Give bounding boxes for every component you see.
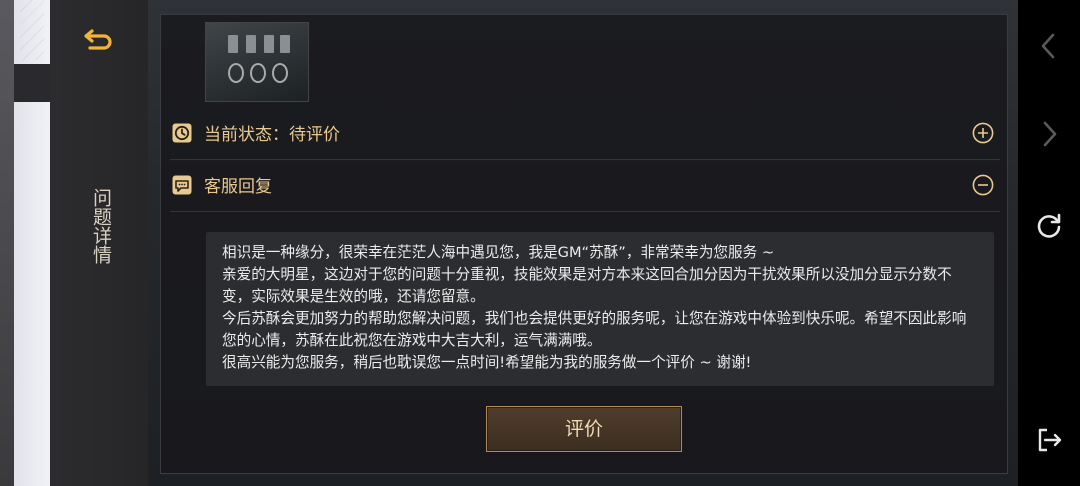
refresh-icon[interactable] (1035, 211, 1063, 239)
reply-label: 客服回复 (204, 177, 272, 197)
chevron-right-icon[interactable] (1035, 120, 1063, 148)
sidebar: 问题详情 (50, 0, 148, 486)
reply-message: 相识是一种缘分，很荣幸在茫茫人海中遇见您，我是GM“苏酥”，非常荣幸为您服务 ~… (206, 232, 994, 386)
reply-line: 很高兴能为您服务，稍后也耽误您一点时间!希望能为我的服务做一个评价 ~ 谢谢! (222, 354, 752, 371)
panel-pattern (20, 0, 44, 60)
chat-bubble-icon (172, 175, 192, 195)
clock-icon (172, 123, 192, 143)
status-row: 当前状态：待评价 (170, 107, 1000, 160)
back-arrow-icon[interactable] (82, 22, 116, 56)
system-nav-bar (1018, 0, 1080, 486)
reply-row: 客服回复 (170, 159, 1000, 212)
reply-line: 亲爱的大明星，这边对于您的问题十分重视，技能效果是对方本来这回合加分因为干扰效果… (222, 266, 952, 305)
chevron-left-icon[interactable] (1035, 32, 1063, 60)
decorative-panel (14, 0, 50, 486)
plus-circle-icon[interactable] (972, 122, 994, 144)
reply-line: 相识是一种缘分，很荣幸在茫茫人海中遇见您，我是GM“苏酥”，非常荣幸为您服务 ~ (222, 244, 775, 261)
screenshot-thumbnail[interactable] (205, 22, 309, 102)
rate-button[interactable]: 评价 (486, 406, 682, 452)
panel-band (14, 64, 50, 102)
exit-icon[interactable] (1035, 426, 1063, 454)
page-title: 问题详情 (90, 188, 112, 264)
reply-line: 今后苏酥会更加努力的帮助您解决问题，我们也会提供更好的服务呢，让您在游戏中体验到… (222, 310, 967, 349)
screen-edge (0, 0, 14, 486)
status-label: 当前状态：待评价 (204, 125, 340, 145)
minus-circle-icon[interactable] (972, 174, 994, 196)
